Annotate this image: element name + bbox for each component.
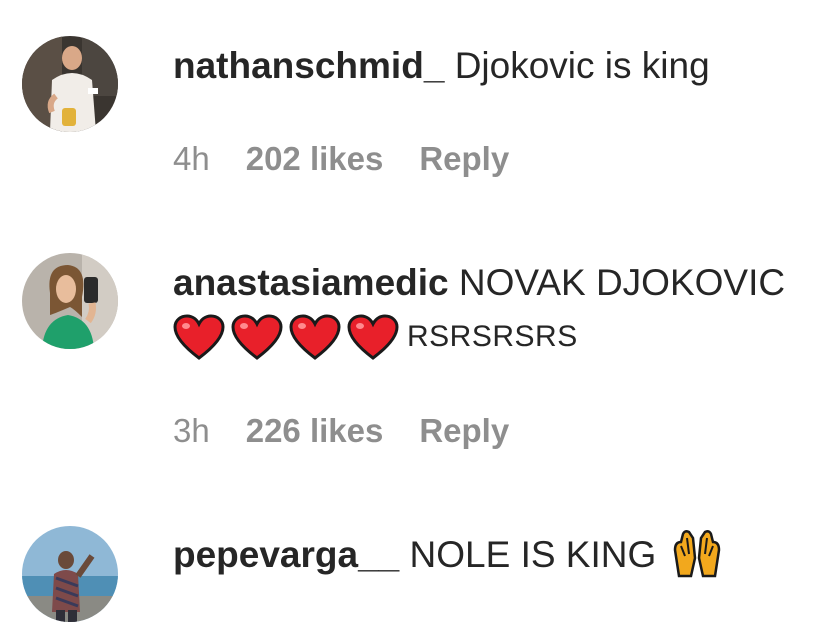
comment-time[interactable]: 4h <box>173 140 210 178</box>
comment-likes[interactable]: 202 likes <box>246 140 384 178</box>
raising-hands-icon <box>671 528 723 578</box>
comment-text: pepevarga__ NOLE IS KING <box>173 529 824 582</box>
user-avatar[interactable] <box>22 36 118 132</box>
comment-username[interactable]: nathanschmid_ <box>173 45 444 86</box>
avatar-seaside-icon <box>22 526 118 622</box>
user-avatar[interactable] <box>22 526 118 622</box>
red-heart-icon <box>289 314 341 360</box>
reply-button[interactable]: Reply <box>419 140 509 178</box>
comment-body-line2: RSRSRSRS <box>173 309 824 365</box>
red-heart-icon <box>231 314 283 360</box>
comment-text: nathanschmid_ Djokovic is king <box>173 40 824 92</box>
comment-body: NOLE IS KING <box>409 534 657 575</box>
avatar-man-icon <box>22 36 118 132</box>
red-heart-icon <box>173 314 225 360</box>
comment-username[interactable]: anastasiamedic <box>173 262 449 303</box>
comment-meta: 3h 226 likes Reply <box>173 412 509 450</box>
comment-time[interactable]: 3h <box>173 412 210 450</box>
user-avatar[interactable] <box>22 253 118 349</box>
comment-body-suffix: RSRSRSRS <box>407 320 578 353</box>
comment-meta: 4h 202 likes Reply <box>173 140 509 178</box>
comment-body: NOVAK DJOKOVIC <box>458 262 786 303</box>
comment-body: Djokovic is king <box>454 45 710 86</box>
reply-button[interactable]: Reply <box>419 412 509 450</box>
comment-text: anastasiamedic NOVAK DJOKOVIC RSRSRSRS <box>173 257 824 365</box>
avatar-woman-icon <box>22 253 118 349</box>
comment-username[interactable]: pepevarga__ <box>173 534 399 575</box>
red-heart-icon <box>347 314 399 360</box>
comment-likes[interactable]: 226 likes <box>246 412 384 450</box>
